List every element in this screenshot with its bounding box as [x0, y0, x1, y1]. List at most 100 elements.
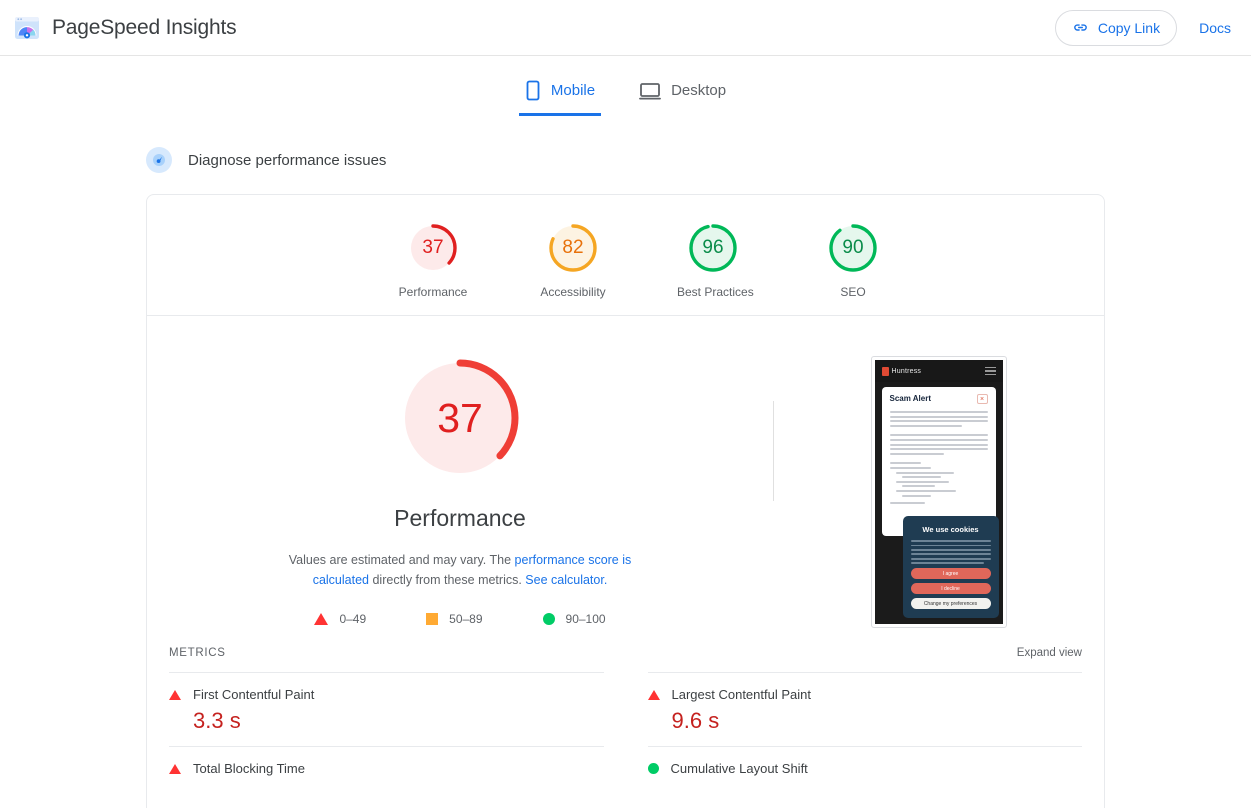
metric-value: 3.3 s: [193, 708, 241, 733]
metric-head: Total Blocking Time: [169, 761, 604, 776]
pass-circle-icon: [647, 763, 659, 774]
score-ring: 90: [826, 221, 880, 275]
screenshot-modal-body: [889, 411, 988, 504]
metric-name: First Contentful Paint: [193, 687, 315, 702]
device-tabs: Mobile Desktop: [0, 68, 1251, 116]
page-body: Diagnose performance issues 37 Performan…: [0, 147, 1251, 808]
performance-value: 37: [437, 394, 483, 441]
metric-value: 9.6 s: [671, 708, 720, 733]
score-value: 96: [702, 237, 724, 258]
tab-mobile-label: Mobile: [550, 82, 596, 99]
performance-title: Performance: [394, 505, 526, 531]
diagnose-label: Diagnose performance issues: [188, 151, 387, 169]
score-label: Performance: [398, 285, 468, 299]
score-gauges: 37 Performance 82 Accessibility 96 Best …: [147, 195, 1104, 316]
screenshot-site-name: Huntress: [891, 367, 922, 375]
score-legend: 0–49 50–89 90–100: [314, 612, 606, 626]
copy-link-button[interactable]: Copy Link: [1054, 9, 1178, 46]
pagespeed-logo-icon: [15, 16, 39, 39]
metric-largest-contentful-paint[interactable]: Largest Contentful Paint 9.6 s: [647, 672, 1083, 746]
metrics-heading: METRICS: [169, 647, 226, 659]
metric-name: Largest Contentful Paint: [671, 687, 811, 702]
copy-link-label: Copy Link: [1097, 19, 1161, 36]
screenshot-modal-header: Scam Alert ×: [890, 394, 988, 404]
page-screenshot-thumbnail[interactable]: Huntress Scam Alert × We use cookies I a…: [870, 356, 1007, 628]
note-text-1: Values are estimated and may vary. The: [288, 553, 515, 567]
note-text-2: directly from these metrics.: [369, 573, 526, 587]
desktop-monitor-icon: [639, 82, 661, 99]
metrics-column-left: First Contentful Paint 3.3 s Total Block…: [169, 672, 626, 788]
warning-triangle-icon: [314, 613, 329, 625]
screenshot-cookie-preferences-button: Change my preferences: [910, 598, 991, 609]
mobile-phone-icon: [526, 80, 540, 101]
tab-mobile[interactable]: Mobile: [518, 68, 602, 116]
performance-right: Huntress Scam Alert × We use cookies I a…: [773, 356, 1104, 634]
screenshot-cookie-banner: We use cookies I agree I decline Change …: [902, 516, 999, 618]
metric-head: Largest Contentful Paint: [647, 687, 1083, 702]
metric-head: First Contentful Paint: [169, 687, 604, 702]
metric-cumulative-layout-shift[interactable]: Cumulative Layout Shift: [647, 746, 1083, 788]
screenshot-cookie-decline-button: I decline: [910, 583, 991, 594]
legend-label: 90–100: [565, 612, 606, 626]
average-square-icon: [426, 613, 439, 625]
screenshot-content: Huntress Scam Alert × We use cookies I a…: [874, 360, 1003, 624]
score-gauge-accessibility[interactable]: 82 Accessibility: [537, 221, 609, 299]
metric-first-contentful-paint[interactable]: First Contentful Paint 3.3 s: [169, 672, 604, 746]
score-ring: 82: [546, 221, 600, 275]
screenshot-modal-title: Scam Alert: [889, 394, 932, 403]
performance-gauge: 37: [398, 356, 522, 480]
brand: PageSpeed Insights: [14, 15, 237, 41]
docs-link[interactable]: Docs: [1195, 16, 1235, 40]
score-gauge-seo[interactable]: 90 SEO: [817, 221, 889, 299]
metric-name: Cumulative Layout Shift: [670, 761, 808, 776]
performance-summary: 37 Performance Values are estimated and …: [147, 316, 1104, 634]
gauge-needle-icon: [146, 147, 172, 173]
legend-item-average: 50–89: [426, 612, 483, 626]
tab-desktop-label: Desktop: [671, 82, 727, 99]
score-value: 90: [842, 237, 864, 258]
gauge-needle-glyph: [153, 154, 165, 166]
score-value: 82: [562, 237, 584, 258]
warning-triangle-icon: [169, 763, 181, 774]
score-gauge-performance[interactable]: 37 Performance: [397, 221, 469, 299]
screenshot-cookie-text: [910, 540, 991, 564]
pass-circle-icon: [542, 613, 555, 625]
warning-triangle-icon: [647, 689, 660, 700]
performance-left: 37 Performance Values are estimated and …: [147, 356, 773, 634]
metric-head: Cumulative Layout Shift: [647, 761, 1083, 776]
legend-item-fail: 0–49: [314, 612, 366, 626]
metrics-header: METRICS Expand view: [147, 634, 1104, 672]
score-value: 37: [422, 237, 444, 258]
warning-triangle-icon: [169, 689, 181, 700]
metric-total-blocking-time[interactable]: Total Blocking Time: [169, 746, 604, 788]
close-icon: ×: [976, 394, 988, 404]
see-calculator-link[interactable]: See calculator.: [525, 573, 607, 587]
app-header: PageSpeed Insights Copy Link Docs: [0, 0, 1251, 56]
vertical-divider: [773, 401, 774, 501]
tab-desktop[interactable]: Desktop: [633, 68, 732, 116]
metrics-column-right: Largest Contentful Paint 9.6 s Cumulativ…: [626, 672, 1083, 788]
page-title: PageSpeed Insights: [52, 15, 237, 39]
score-label: Accessibility: [540, 285, 606, 299]
diagnose-row: Diagnose performance issues: [146, 147, 1105, 173]
screenshot-cookie-title: We use cookies: [922, 525, 979, 535]
header-actions: Copy Link Docs: [1054, 9, 1235, 46]
huntress-logo-icon: [881, 366, 889, 376]
metrics-grid: First Contentful Paint 3.3 s Total Block…: [147, 672, 1104, 788]
screenshot-site-header: Huntress: [874, 360, 1003, 382]
score-gauge-best-practices[interactable]: 96 Best Practices: [677, 221, 754, 299]
hamburger-menu-icon: [984, 366, 996, 376]
screenshot-cookie-agree-button: I agree: [910, 568, 991, 579]
score-ring: 96: [686, 221, 740, 275]
performance-note: Values are estimated and may vary. The p…: [262, 550, 658, 590]
screenshot-scam-alert-modal: Scam Alert ×: [881, 387, 996, 537]
score-ring: 37: [406, 221, 460, 275]
screenshot-modal-bullets: [890, 471, 988, 497]
expand-view-button[interactable]: Expand view: [1017, 647, 1082, 659]
report-card: 37 Performance 82 Accessibility 96 Best …: [146, 194, 1105, 808]
legend-label: 50–89: [449, 612, 483, 626]
link-icon: [1073, 24, 1087, 31]
metric-name: Total Blocking Time: [193, 761, 305, 776]
screenshot-brand: Huntress: [881, 366, 922, 376]
legend-item-pass: 90–100: [542, 612, 606, 626]
